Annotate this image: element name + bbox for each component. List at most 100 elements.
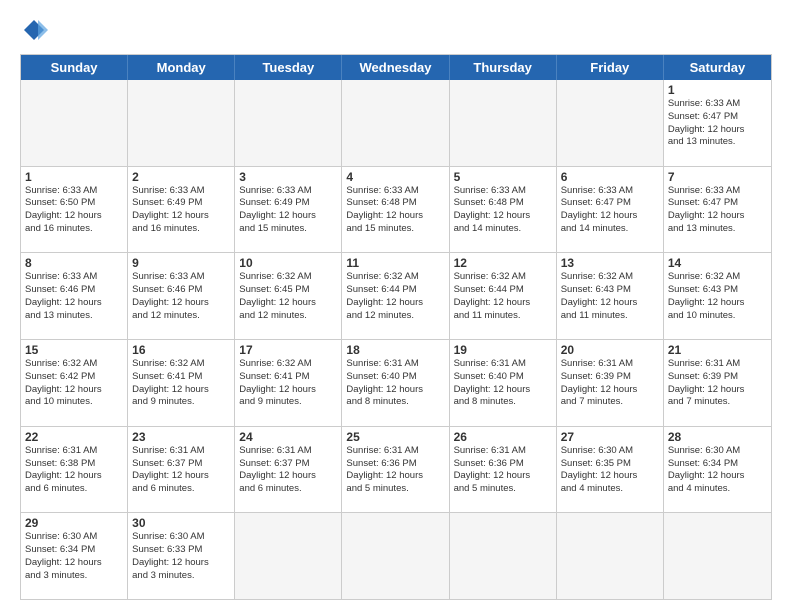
- cell-line-4: and 3 minutes.: [132, 570, 230, 583]
- cell-line-1: Sunrise: 6:33 AM: [668, 185, 767, 198]
- calendar-cell: 20Sunrise: 6:31 AMSunset: 6:39 PMDayligh…: [557, 340, 664, 426]
- cell-line-2: Sunset: 6:48 PM: [346, 197, 444, 210]
- cell-line-4: and 6 minutes.: [239, 483, 337, 496]
- cell-line-2: Sunset: 6:47 PM: [668, 111, 767, 124]
- cell-line-4: and 10 minutes.: [25, 396, 123, 409]
- cell-line-2: Sunset: 6:34 PM: [668, 458, 767, 471]
- day-number: 12: [454, 256, 552, 270]
- header-day-thursday: Thursday: [450, 55, 557, 80]
- day-number: 21: [668, 343, 767, 357]
- cell-line-1: Sunrise: 6:31 AM: [132, 445, 230, 458]
- cell-line-4: and 7 minutes.: [561, 396, 659, 409]
- cell-line-4: and 12 minutes.: [239, 310, 337, 323]
- day-number: 23: [132, 430, 230, 444]
- cell-line-1: Sunrise: 6:32 AM: [668, 271, 767, 284]
- cell-line-3: Daylight: 12 hours: [239, 210, 337, 223]
- day-number: 13: [561, 256, 659, 270]
- header-day-saturday: Saturday: [664, 55, 771, 80]
- cell-line-1: Sunrise: 6:33 AM: [25, 271, 123, 284]
- cell-line-3: Daylight: 12 hours: [561, 297, 659, 310]
- cell-line-2: Sunset: 6:47 PM: [561, 197, 659, 210]
- calendar-cell: 17Sunrise: 6:32 AMSunset: 6:41 PMDayligh…: [235, 340, 342, 426]
- cell-line-3: Daylight: 12 hours: [132, 210, 230, 223]
- cell-line-1: Sunrise: 6:31 AM: [454, 445, 552, 458]
- cell-line-2: Sunset: 6:36 PM: [346, 458, 444, 471]
- cell-line-3: Daylight: 12 hours: [454, 384, 552, 397]
- header-day-monday: Monday: [128, 55, 235, 80]
- cell-line-3: Daylight: 12 hours: [454, 470, 552, 483]
- calendar-cell: 21Sunrise: 6:31 AMSunset: 6:39 PMDayligh…: [664, 340, 771, 426]
- calendar-cell: 23Sunrise: 6:31 AMSunset: 6:37 PMDayligh…: [128, 427, 235, 513]
- calendar-cell: 16Sunrise: 6:32 AMSunset: 6:41 PMDayligh…: [128, 340, 235, 426]
- cell-line-2: Sunset: 6:37 PM: [239, 458, 337, 471]
- cell-line-1: Sunrise: 6:33 AM: [561, 185, 659, 198]
- cell-line-2: Sunset: 6:43 PM: [668, 284, 767, 297]
- cell-line-1: Sunrise: 6:33 AM: [346, 185, 444, 198]
- header-day-wednesday: Wednesday: [342, 55, 449, 80]
- calendar: SundayMondayTuesdayWednesdayThursdayFrid…: [20, 54, 772, 600]
- day-number: 29: [25, 516, 123, 530]
- cell-line-2: Sunset: 6:48 PM: [454, 197, 552, 210]
- day-number: 20: [561, 343, 659, 357]
- calendar-cell: [342, 80, 449, 166]
- calendar-cell: 18Sunrise: 6:31 AMSunset: 6:40 PMDayligh…: [342, 340, 449, 426]
- cell-line-1: Sunrise: 6:33 AM: [132, 185, 230, 198]
- page: SundayMondayTuesdayWednesdayThursdayFrid…: [0, 0, 792, 612]
- cell-line-2: Sunset: 6:42 PM: [25, 371, 123, 384]
- cell-line-3: Daylight: 12 hours: [668, 470, 767, 483]
- cell-line-2: Sunset: 6:38 PM: [25, 458, 123, 471]
- calendar-cell: 22Sunrise: 6:31 AMSunset: 6:38 PMDayligh…: [21, 427, 128, 513]
- cell-line-1: Sunrise: 6:32 AM: [561, 271, 659, 284]
- calendar-cell: 1Sunrise: 6:33 AMSunset: 6:50 PMDaylight…: [21, 167, 128, 253]
- calendar-cell: 14Sunrise: 6:32 AMSunset: 6:43 PMDayligh…: [664, 253, 771, 339]
- cell-line-1: Sunrise: 6:30 AM: [668, 445, 767, 458]
- cell-line-1: Sunrise: 6:33 AM: [25, 185, 123, 198]
- calendar-cell: 7Sunrise: 6:33 AMSunset: 6:47 PMDaylight…: [664, 167, 771, 253]
- cell-line-3: Daylight: 12 hours: [668, 384, 767, 397]
- calendar-header: SundayMondayTuesdayWednesdayThursdayFrid…: [21, 55, 771, 80]
- cell-line-4: and 9 minutes.: [239, 396, 337, 409]
- cell-line-4: and 14 minutes.: [454, 223, 552, 236]
- calendar-week-2: 1Sunrise: 6:33 AMSunset: 6:50 PMDaylight…: [21, 166, 771, 253]
- cell-line-3: Daylight: 12 hours: [25, 470, 123, 483]
- calendar-cell: 2Sunrise: 6:33 AMSunset: 6:49 PMDaylight…: [128, 167, 235, 253]
- calendar-cell: 26Sunrise: 6:31 AMSunset: 6:36 PMDayligh…: [450, 427, 557, 513]
- logo: [20, 16, 52, 44]
- day-number: 1: [25, 170, 123, 184]
- cell-line-3: Daylight: 12 hours: [668, 210, 767, 223]
- logo-icon: [20, 16, 48, 44]
- calendar-cell: 11Sunrise: 6:32 AMSunset: 6:44 PMDayligh…: [342, 253, 449, 339]
- cell-line-1: Sunrise: 6:32 AM: [239, 271, 337, 284]
- day-number: 6: [561, 170, 659, 184]
- cell-line-2: Sunset: 6:49 PM: [239, 197, 337, 210]
- cell-line-3: Daylight: 12 hours: [132, 470, 230, 483]
- cell-line-1: Sunrise: 6:32 AM: [454, 271, 552, 284]
- cell-line-3: Daylight: 12 hours: [239, 384, 337, 397]
- cell-line-4: and 3 minutes.: [25, 570, 123, 583]
- cell-line-2: Sunset: 6:46 PM: [25, 284, 123, 297]
- cell-line-4: and 15 minutes.: [346, 223, 444, 236]
- cell-line-3: Daylight: 12 hours: [346, 210, 444, 223]
- day-number: 9: [132, 256, 230, 270]
- cell-line-4: and 11 minutes.: [561, 310, 659, 323]
- cell-line-2: Sunset: 6:33 PM: [132, 544, 230, 557]
- calendar-cell: [557, 513, 664, 599]
- cell-line-3: Daylight: 12 hours: [561, 470, 659, 483]
- cell-line-1: Sunrise: 6:33 AM: [132, 271, 230, 284]
- day-number: 4: [346, 170, 444, 184]
- header-day-friday: Friday: [557, 55, 664, 80]
- cell-line-1: Sunrise: 6:31 AM: [346, 445, 444, 458]
- cell-line-1: Sunrise: 6:33 AM: [454, 185, 552, 198]
- calendar-week-5: 22Sunrise: 6:31 AMSunset: 6:38 PMDayligh…: [21, 426, 771, 513]
- day-number: 28: [668, 430, 767, 444]
- cell-line-2: Sunset: 6:49 PM: [132, 197, 230, 210]
- cell-line-1: Sunrise: 6:30 AM: [561, 445, 659, 458]
- cell-line-3: Daylight: 12 hours: [132, 557, 230, 570]
- cell-line-2: Sunset: 6:37 PM: [132, 458, 230, 471]
- day-number: 30: [132, 516, 230, 530]
- cell-line-3: Daylight: 12 hours: [132, 384, 230, 397]
- calendar-cell: 8Sunrise: 6:33 AMSunset: 6:46 PMDaylight…: [21, 253, 128, 339]
- calendar-body: 1Sunrise: 6:33 AMSunset: 6:47 PMDaylight…: [21, 80, 771, 599]
- cell-line-2: Sunset: 6:39 PM: [561, 371, 659, 384]
- day-number: 27: [561, 430, 659, 444]
